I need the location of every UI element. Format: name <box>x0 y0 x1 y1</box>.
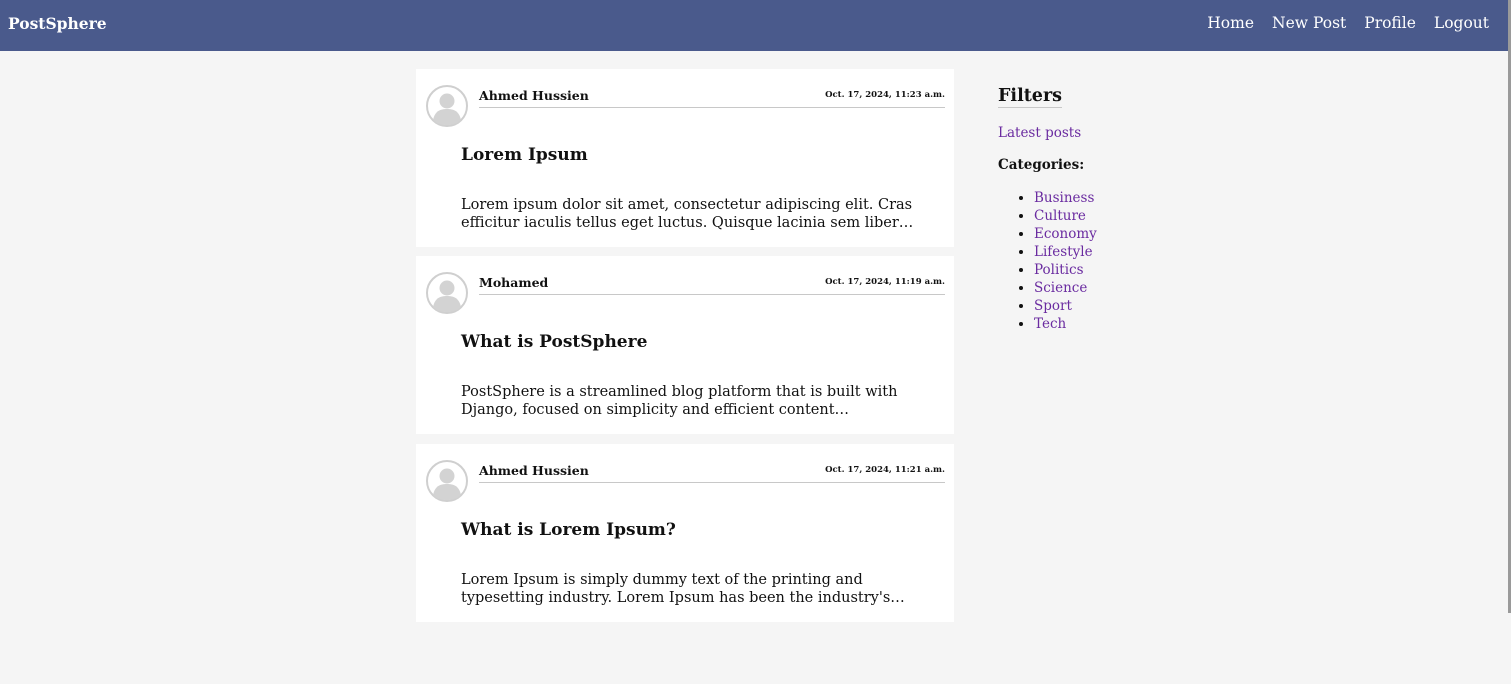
latest-posts-link[interactable]: Latest posts <box>998 125 1198 141</box>
post-date: Oct. 17, 2024, 11:23 a.m. <box>825 90 945 100</box>
category-item: Sport <box>1034 297 1198 315</box>
post-title[interactable]: What is PostSphere <box>461 332 647 352</box>
post-card[interactable]: Ahmed Hussien Oct. 17, 2024, 11:23 a.m. … <box>416 69 954 247</box>
category-link-science[interactable]: Science <box>1034 280 1087 296</box>
category-link-sport[interactable]: Sport <box>1034 298 1072 314</box>
post-author[interactable]: Ahmed Hussien <box>479 463 589 478</box>
user-avatar-icon <box>426 85 468 127</box>
nav-new-post-link[interactable]: New Post <box>1272 14 1346 32</box>
post-excerpt: Lorem Ipsum is simply dummy text of the … <box>461 572 905 606</box>
post-header-divider <box>479 482 945 483</box>
category-link-business[interactable]: Business <box>1034 190 1094 206</box>
post-excerpt: Lorem ipsum dolor sit amet, consectetur … <box>461 197 914 231</box>
top-navbar: PostSphere Home New Post Profile Logout <box>0 0 1511 51</box>
category-item: Business <box>1034 189 1198 207</box>
category-link-tech[interactable]: Tech <box>1034 316 1066 332</box>
filters-sidebar: Filters Latest posts Categories: Busines… <box>998 86 1198 333</box>
post-date: Oct. 17, 2024, 11:21 a.m. <box>825 465 945 475</box>
post-date: Oct. 17, 2024, 11:19 a.m. <box>825 277 945 287</box>
category-item: Economy <box>1034 225 1198 243</box>
post-excerpt: PostSphere is a streamlined blog platfor… <box>461 384 898 418</box>
nav-links: Home New Post Profile Logout <box>1207 14 1489 32</box>
category-item: Science <box>1034 279 1198 297</box>
nav-home-link[interactable]: Home <box>1207 14 1254 32</box>
brand-link[interactable]: PostSphere <box>8 14 107 33</box>
category-link-economy[interactable]: Economy <box>1034 226 1097 242</box>
filters-title: Filters <box>998 86 1063 108</box>
category-link-lifestyle[interactable]: Lifestyle <box>1034 244 1093 260</box>
user-avatar-icon <box>426 460 468 502</box>
category-link-politics[interactable]: Politics <box>1034 262 1084 278</box>
user-avatar-icon <box>426 272 468 314</box>
category-item: Lifestyle <box>1034 243 1198 261</box>
category-link-culture[interactable]: Culture <box>1034 208 1086 224</box>
categories-title: Categories: <box>998 157 1085 173</box>
post-author[interactable]: Mohamed <box>479 275 548 290</box>
post-card[interactable]: Ahmed Hussien Oct. 17, 2024, 11:21 a.m. … <box>416 444 954 622</box>
post-card[interactable]: Mohamed Oct. 17, 2024, 11:19 a.m. What i… <box>416 256 954 434</box>
post-title[interactable]: Lorem Ipsum <box>461 145 588 165</box>
post-header-divider <box>479 107 945 108</box>
post-title[interactable]: What is Lorem Ipsum? <box>461 520 676 540</box>
post-author[interactable]: Ahmed Hussien <box>479 88 589 103</box>
nav-logout-link[interactable]: Logout <box>1434 14 1489 32</box>
category-list: Business Culture Economy Lifestyle Polit… <box>998 189 1198 333</box>
category-item: Tech <box>1034 315 1198 333</box>
category-item: Politics <box>1034 261 1198 279</box>
category-item: Culture <box>1034 207 1198 225</box>
post-header-divider <box>479 294 945 295</box>
nav-profile-link[interactable]: Profile <box>1364 14 1416 32</box>
